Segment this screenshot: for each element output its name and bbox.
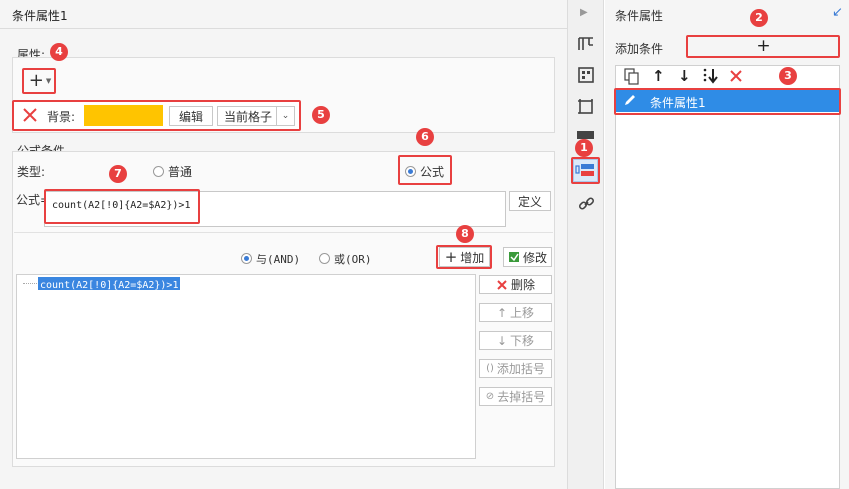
- define-button[interactable]: 定义: [509, 191, 551, 211]
- copy-icon[interactable]: [624, 68, 640, 88]
- move-up-button[interactable]: ↑ 上移: [479, 303, 552, 322]
- style-icon[interactable]: [577, 131, 594, 139]
- add-bracket-button[interactable]: () 添加括号: [479, 359, 552, 378]
- collapse-arrow-icon[interactable]: ▶: [580, 7, 588, 18]
- close-icon: [497, 279, 507, 290]
- condition-item-text: count(A2[!0]{A2=$A2})>1: [40, 280, 179, 291]
- annotation-badge-2: 2: [750, 9, 768, 27]
- delete-condition-button[interactable]: 删除: [479, 275, 552, 294]
- remove-bracket-button[interactable]: ⊘ 去掉括号: [479, 387, 552, 406]
- move-down-icon[interactable]: ↓: [678, 67, 691, 85]
- cell-attr-icon[interactable]: [577, 35, 595, 56]
- move-up-icon[interactable]: ↑: [652, 67, 665, 85]
- highlight-add-condition: [436, 245, 492, 269]
- radio-off-icon: [153, 166, 164, 177]
- highlight-add-plus: [686, 35, 840, 58]
- annotation-badge-6: 6: [416, 128, 434, 146]
- delete-condition-label: 删除: [510, 278, 535, 292]
- border-icon[interactable]: [577, 98, 595, 119]
- condition-list: count(A2[!0]{A2=$A2})>1: [16, 274, 476, 459]
- move-up-label: 上移: [510, 306, 535, 320]
- add-bracket-label: 添加括号: [496, 362, 545, 376]
- add-condition-label: 添加条件: [615, 42, 664, 56]
- left-title: 条件属性1: [12, 9, 68, 23]
- widget-icon[interactable]: [577, 66, 595, 87]
- delete-condition-icon[interactable]: [729, 69, 743, 86]
- move-bottom-icon[interactable]: [702, 67, 720, 88]
- condition-toolbar: [615, 65, 840, 89]
- modify-condition-button[interactable]: 修改: [503, 247, 552, 267]
- move-down-label: 下移: [510, 334, 535, 348]
- expand-icon[interactable]: ↙: [832, 5, 843, 20]
- left-title-divider: [0, 28, 567, 29]
- right-condition-list: [615, 89, 840, 489]
- annotation-badge-5: 5: [312, 106, 330, 124]
- highlight-type-formula: [398, 155, 452, 185]
- condition-tree-line: [23, 283, 37, 284]
- move-down-button[interactable]: ↓ 下移: [479, 331, 552, 350]
- hyperlink-icon[interactable]: [578, 195, 595, 215]
- or-radio[interactable]: 或(OR): [319, 251, 372, 267]
- annotation-badge-8: 8: [456, 225, 474, 243]
- and-label: 与(AND): [256, 253, 301, 266]
- highlight-background: [12, 100, 301, 131]
- annotation-badge-1: 1: [575, 139, 593, 157]
- radio-on-icon: [241, 253, 252, 264]
- highlight-condition-attr-icon: [571, 157, 600, 184]
- type-label: 类型:: [17, 165, 46, 179]
- arrow-down-icon: ↓: [496, 333, 508, 348]
- right-title: 条件属性: [615, 9, 664, 23]
- arrow-up-icon: ↑: [496, 305, 508, 320]
- type-normal-radio[interactable]: 普通: [153, 163, 192, 180]
- and-radio[interactable]: 与(AND): [241, 251, 300, 267]
- condition-list-item[interactable]: count(A2[!0]{A2=$A2})>1: [38, 277, 181, 291]
- annotation-badge-3: 3: [779, 67, 797, 85]
- remove-bracket-icon: ⊘: [485, 391, 495, 402]
- annotation-badge-7: 7: [109, 165, 127, 183]
- highlight-add-attr: [22, 68, 56, 94]
- bracket-icon: (): [486, 363, 494, 374]
- radio-off-icon: [319, 253, 330, 264]
- or-label: 或(OR): [334, 253, 372, 266]
- annotation-badge-4: 4: [50, 43, 68, 61]
- highlight-condition-item: [614, 88, 841, 115]
- modify-icon: [508, 252, 519, 262]
- remove-bracket-label: 去掉括号: [497, 390, 546, 404]
- highlight-formula: [44, 189, 200, 224]
- modify-condition-label: 修改: [522, 250, 547, 265]
- type-normal-label: 普通: [168, 165, 193, 179]
